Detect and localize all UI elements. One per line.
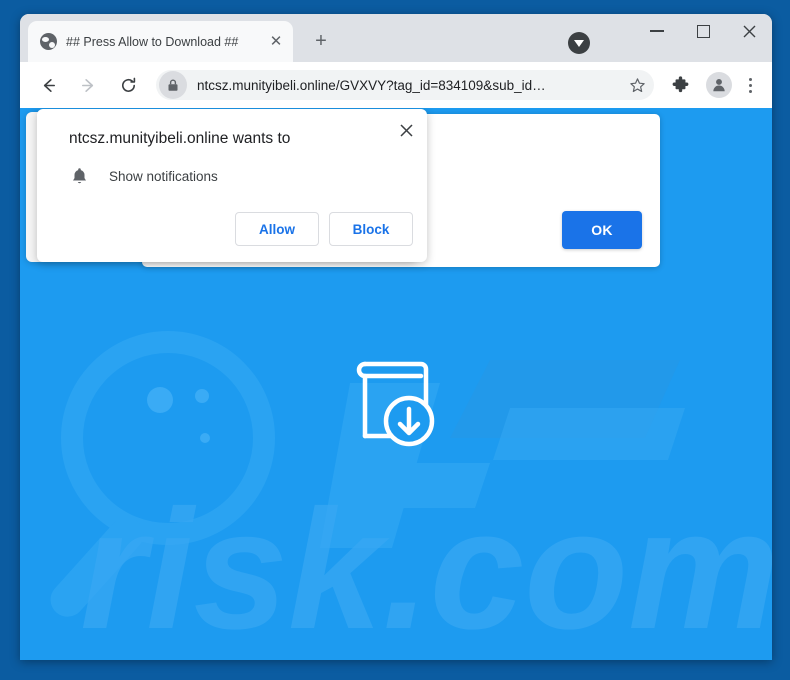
- bell-icon: [69, 166, 89, 186]
- extensions-button[interactable]: [665, 70, 695, 100]
- permission-actions: Allow Block: [235, 212, 413, 246]
- star-glyph: [629, 77, 645, 92]
- profile-avatar[interactable]: [706, 72, 732, 98]
- tab-title: ## Press Allow to Download ##: [66, 34, 239, 49]
- ok-button[interactable]: OK: [562, 211, 642, 249]
- tab-close-icon[interactable]: ✕: [265, 31, 287, 53]
- url-text: ntcsz.munityibeli.online/GVXVY?tag_id=83…: [197, 77, 546, 93]
- menu-dot: [748, 77, 752, 81]
- three-dot-menu-icon[interactable]: [738, 77, 762, 93]
- close-icon[interactable]: [393, 117, 419, 143]
- notification-permission-dialog: ntcsz.munityibeli.online wants to Show n…: [37, 109, 427, 262]
- tab-strip: ## Press Allow to Download ## ✕ +: [20, 14, 772, 62]
- bookmark-star-icon[interactable]: [622, 70, 652, 100]
- outer-frame: ## Press Allow to Download ## ✕ + ntcsz.…: [0, 0, 790, 680]
- reload-button[interactable]: [113, 70, 143, 100]
- block-button[interactable]: Block: [329, 212, 413, 246]
- browser-tab[interactable]: ## Press Allow to Download ## ✕: [28, 21, 293, 62]
- close-glyph: [399, 123, 413, 137]
- forward-button[interactable]: [73, 70, 103, 100]
- svg-text:risk.com: risk.com: [80, 475, 772, 660]
- menu-dot: [748, 89, 752, 93]
- permission-title: ntcsz.munityibeli.online wants to: [69, 130, 291, 147]
- globe-icon: [40, 33, 57, 50]
- reload-icon: [121, 77, 135, 92]
- close-icon: [743, 25, 755, 37]
- puzzle-icon: [672, 75, 688, 92]
- minimize-button[interactable]: [634, 14, 680, 48]
- permission-label: Show notifications: [109, 168, 218, 184]
- book-download-icon: [356, 361, 435, 447]
- triangle-glyph: [574, 39, 584, 47]
- address-bar[interactable]: ntcsz.munityibeli.online/GVXVY?tag_id=83…: [156, 70, 654, 100]
- arrow-right-icon: [81, 78, 93, 92]
- person-icon: [713, 79, 725, 92]
- lock-glyph: [168, 79, 178, 91]
- window-controls: [634, 14, 772, 62]
- page-viewport: risk.com OK ntcsz.munityibeli.online wan…: [20, 108, 772, 660]
- menu-dot: [748, 83, 752, 87]
- allow-button[interactable]: Allow: [235, 212, 319, 246]
- minimize-icon: [650, 30, 664, 32]
- lock-icon: [159, 71, 187, 99]
- arrow-left-icon: [43, 78, 55, 92]
- bell-glyph: [72, 168, 86, 184]
- maximize-button[interactable]: [680, 14, 726, 48]
- browser-toolbar: ntcsz.munityibeli.online/GVXVY?tag_id=83…: [20, 62, 772, 108]
- download-triangle-icon[interactable]: [568, 32, 590, 54]
- close-window-button[interactable]: [726, 14, 772, 48]
- new-tab-button[interactable]: +: [308, 28, 334, 54]
- permission-row: Show notifications: [69, 166, 218, 186]
- back-button[interactable]: [33, 70, 63, 100]
- browser-window: ## Press Allow to Download ## ✕ + ntcsz.…: [20, 14, 772, 660]
- maximize-icon: [696, 24, 710, 38]
